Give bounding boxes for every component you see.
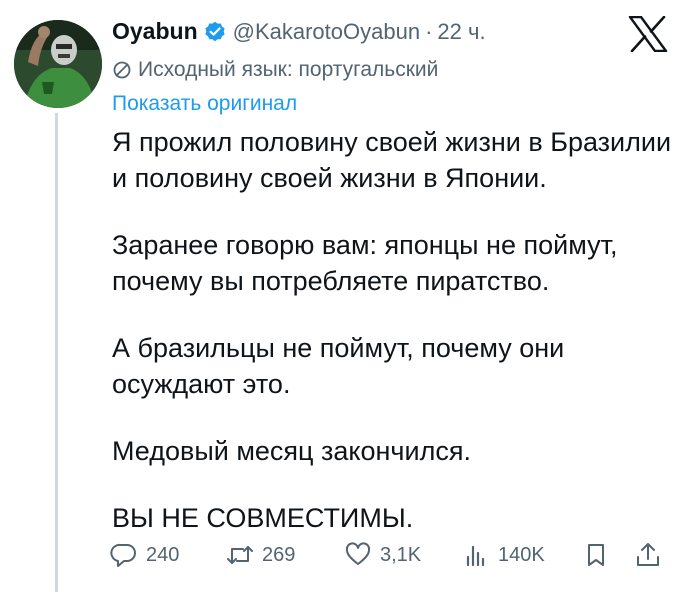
reply-icon — [110, 543, 136, 567]
tweet-timestamp[interactable]: 22 ч. — [437, 19, 485, 45]
views-icon — [466, 545, 485, 567]
bookmark-button[interactable] — [582, 538, 610, 572]
views-button[interactable]: 140K — [462, 538, 545, 572]
like-button[interactable]: 3,1K — [344, 538, 421, 572]
reply-count: 240 — [146, 543, 180, 566]
tweet-header: Oyabun @KakarotoOyabun · 22 ч. — [112, 18, 486, 45]
author-handle[interactable]: @KakarotoOyabun — [233, 19, 420, 45]
repost-button[interactable]: 269 — [226, 538, 295, 572]
separator-dot: · — [425, 18, 433, 44]
thread-line — [55, 113, 58, 592]
heart-icon — [345, 542, 371, 565]
translation-notice-text: Исходный язык: португальский — [138, 58, 439, 81]
bookmark-icon — [588, 544, 604, 566]
tweet-actions: 240 269 3,1K 140K — [0, 538, 680, 578]
share-icon — [637, 543, 659, 566]
like-count: 3,1K — [380, 543, 422, 566]
tweet-text: Я прожил половину своей жизни в Бразилии… — [112, 124, 672, 567]
avatar-image — [14, 20, 102, 108]
author-display-name[interactable]: Oyabun — [112, 18, 198, 45]
verified-badge-icon — [204, 21, 226, 43]
reply-button[interactable]: 240 — [110, 538, 179, 572]
views-count: 140K — [498, 543, 545, 566]
tweet-paragraph: ВЫ НЕ СОВМЕСТИМЫ. — [112, 503, 414, 533]
translate-icon — [113, 61, 131, 79]
show-original-link[interactable]: Показать оригинал — [112, 92, 297, 116]
tweet-paragraph: А бразильцы не поймут, почему они осуждаю… — [112, 333, 565, 399]
tweet-paragraph: Заранее говорю вам: японцы не поймут, поч… — [112, 230, 618, 296]
repost-icon — [227, 546, 253, 564]
translation-notice: Исходный язык: португальский — [112, 58, 438, 82]
repost-count: 269 — [262, 543, 296, 566]
x-logo-icon[interactable] — [628, 15, 668, 53]
avatar[interactable] — [14, 20, 102, 108]
tweet-paragraph: Медовый месяц закончился. — [112, 436, 471, 466]
share-button[interactable] — [634, 538, 662, 572]
tweet-paragraph: Я прожил половину своей жизни в Бразилии… — [112, 127, 672, 193]
